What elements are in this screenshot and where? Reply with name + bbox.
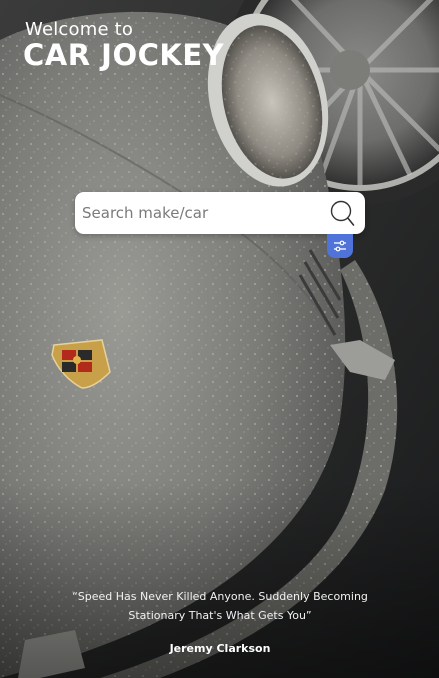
landing-screen: Welcome to CAR JOCKEY “Speed Has Never K… [0,0,439,678]
search-input[interactable] [82,192,322,234]
quote-author: Jeremy Clarkson [169,642,271,655]
filter-button[interactable] [327,234,353,258]
app-title: CAR JOCKEY [23,38,225,72]
hero-car-image [0,0,439,678]
welcome-text: Welcome to [25,19,134,40]
filter-sliders-icon [334,240,346,252]
quote-text: “Speed Has Never Killed Anyone. Suddenly… [72,590,368,622]
search-bar[interactable] [75,192,365,234]
search-icon[interactable] [329,199,355,227]
